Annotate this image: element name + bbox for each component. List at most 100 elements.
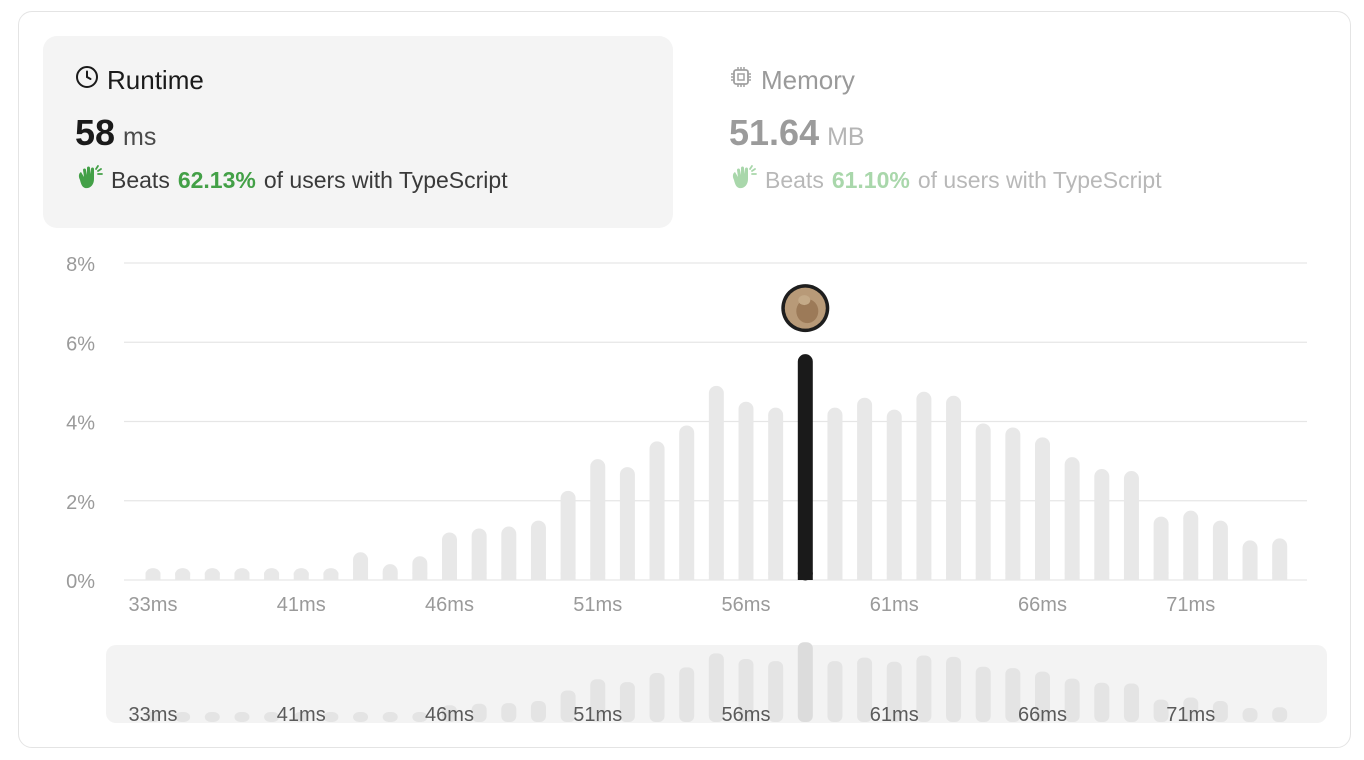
navigator-tick-label: 61ms [870,704,919,726]
histogram-bar[interactable] [975,423,991,581]
navigator-bar [1242,708,1258,722]
navigator-bar [679,667,695,722]
histogram-bar[interactable] [1064,457,1080,581]
histogram-bar-base [471,572,487,580]
histogram-bar-base [1064,572,1080,580]
histogram-bar-base [946,572,962,580]
histogram-bar-base [412,572,428,580]
x-tick-label: 51ms [573,594,622,616]
y-tick-label: 6% [66,333,95,355]
navigator-tick-label: 71ms [1166,704,1215,726]
histogram-bar[interactable] [768,407,784,581]
navigator-bar [530,701,546,722]
histogram-bar-base [1094,572,1110,580]
x-tick-label: 56ms [722,594,771,616]
navigator-bar [946,656,962,722]
navigator-tick-label: 46ms [425,704,474,726]
histogram-bar[interactable] [708,385,724,581]
histogram-bar-base [1183,572,1199,580]
histogram-bar-base [323,572,339,580]
x-tick-label: 71ms [1166,594,1215,616]
highlighted-bar[interactable] [797,354,813,581]
navigator-tick-label: 51ms [573,704,622,726]
navigator-bar [975,666,991,722]
histogram-bar[interactable] [1094,469,1110,581]
histogram-bar-base [738,572,754,580]
histogram-bar[interactable] [679,425,695,581]
histogram-bar-base [1123,572,1139,580]
navigator-bar [649,673,665,722]
histogram-bar[interactable] [1183,510,1199,581]
histogram-bar-base [975,572,991,580]
histogram-bar-base [293,572,309,580]
navigator-bar [1123,683,1139,722]
histogram-bar[interactable] [857,397,873,581]
histogram-bar[interactable] [1123,471,1139,581]
histogram-bar[interactable] [886,409,902,581]
highlighted-bar-base [797,572,813,580]
x-tick-label: 46ms [425,594,474,616]
histogram-bar-base [204,572,220,580]
histogram-bar[interactable] [560,490,576,581]
y-tick-label: 4% [66,413,95,435]
navigator-tick-label: 56ms [722,704,771,726]
histogram-bar[interactable] [1035,437,1050,581]
histogram-bar-base [501,572,517,580]
histogram-bar-base [1242,572,1258,580]
navigator-tick-label: 41ms [277,704,326,726]
y-tick-label: 2% [66,492,95,514]
histogram-bar-base [768,572,784,580]
histogram-bar-base [145,572,161,580]
histogram-bar-base [264,572,280,580]
histogram-bar-base [382,572,398,580]
histogram-bar-base [175,572,191,580]
histogram-bar[interactable] [649,441,665,581]
x-tick-label: 33ms [129,594,178,616]
histogram-bar[interactable] [501,526,517,581]
navigator-bar [204,712,220,722]
histogram-bar[interactable] [946,395,962,581]
y-tick-label: 8% [66,254,95,276]
histogram-bar[interactable] [1153,516,1169,581]
histogram-bar-base [1005,572,1021,580]
x-tick-label: 61ms [870,594,919,616]
avatar-highlight [798,295,811,306]
histogram-bar-base [679,572,695,580]
histogram-bar-base [234,572,250,580]
histogram-bar-base [1212,572,1228,580]
navigator-bar [234,712,250,722]
y-tick-label: 0% [66,571,95,593]
navigator-tick-label: 33ms [129,704,178,726]
histogram-bar-base [649,572,665,580]
histogram-bar-base [442,572,457,580]
histogram-bar[interactable] [738,401,754,581]
histogram-bar-base [560,572,576,580]
navigator-tick-label: 66ms [1018,704,1067,726]
navigator-bar [353,712,369,722]
histogram-bar-base [857,572,873,580]
histogram-bar-base [530,572,546,580]
navigator-bar [797,642,813,722]
histogram-bar-base [1153,572,1169,580]
histogram-bar-base [708,572,724,580]
histogram-bar-base [886,572,902,580]
navigator-bar [827,661,843,722]
histogram-bar-base [619,572,635,580]
histogram-bar-base [827,572,843,580]
navigator-bar [1272,707,1288,722]
histogram-bar[interactable] [590,459,606,581]
navigator-bar [1094,682,1110,722]
histogram-bar[interactable] [1005,427,1021,581]
x-tick-label: 41ms [277,594,326,616]
histogram-bar[interactable] [530,520,546,581]
histogram-bar[interactable] [1212,520,1228,581]
histogram-bar-base [353,572,369,580]
histogram-bar[interactable] [827,407,843,581]
navigator-bar [501,703,517,722]
runtime-distribution-chart: 0% 2% 4% 6% 8% 33ms 41ms 46ms 51ms 56ms 61ms 66ms 71… [66,254,1327,726]
histogram-bar-base [590,572,606,580]
histogram-bar-base [916,572,932,580]
histogram-bar-base [1035,572,1050,580]
histogram-bar[interactable] [619,467,635,581]
histogram-bar[interactable] [916,391,932,581]
